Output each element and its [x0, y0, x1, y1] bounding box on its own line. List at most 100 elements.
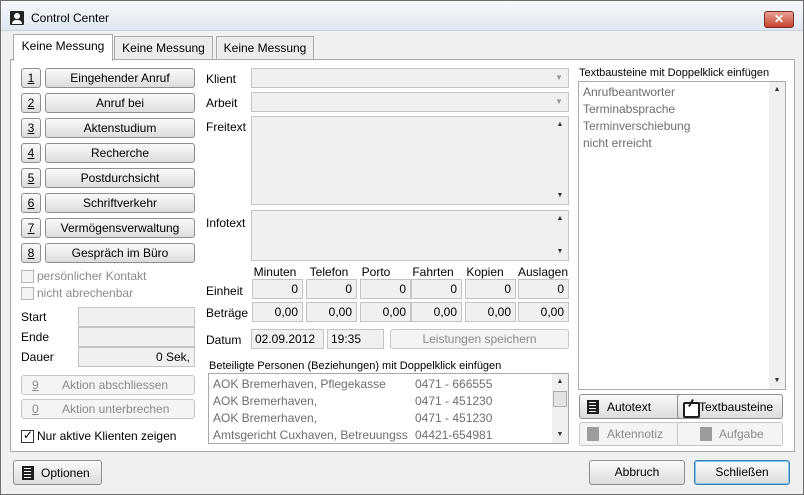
close-dialog-button[interactable]: Schließen	[694, 460, 790, 485]
action-5-shortcut-button[interactable]: 5	[21, 168, 41, 188]
textbausteine-button[interactable]: Textbausteine	[677, 394, 783, 419]
close-button[interactable]: ✕	[764, 11, 794, 28]
nonbillable-checkbox[interactable]	[21, 287, 34, 300]
scroll-up-icon[interactable]: ▲	[552, 375, 568, 389]
action-8-button[interactable]: Gespräch im Büro	[45, 243, 195, 263]
autotext-button[interactable]: Autotext	[579, 394, 682, 419]
textblocks-list[interactable]: Anrufbeantworter Terminabsprache Terminv…	[578, 81, 786, 390]
options-button[interactable]: Optionen	[13, 460, 102, 485]
persons-scrollbar[interactable]: ▲ ▼	[552, 374, 568, 443]
client-combo[interactable]: ▼	[251, 68, 569, 88]
person-name[interactable]: AOK Bremerhaven,	[213, 394, 317, 408]
duration-field: 0 Sek,	[78, 347, 195, 367]
action-2-button[interactable]: Anruf bei	[45, 93, 195, 113]
title-bar: Control Center ✕	[1, 1, 803, 31]
amount-copies-field[interactable]: 0,00	[465, 302, 516, 322]
options-label: Optionen	[41, 466, 90, 480]
end-label: Ende	[21, 330, 50, 344]
freetext-scrollbar[interactable]: ▲ ▼	[552, 117, 568, 204]
scroll-thumb[interactable]	[553, 391, 567, 407]
amount-trips-field[interactable]: 0,00	[411, 302, 462, 322]
start-field	[78, 307, 195, 327]
finish-action-button[interactable]: 9 Aktion abschliessen	[21, 375, 195, 395]
action-6-button[interactable]: Schriftverkehr	[45, 193, 195, 213]
pause-action-button[interactable]: 0 Aktion unterbrechen	[21, 399, 195, 419]
person-phone[interactable]: 0471 - 451230	[415, 411, 492, 425]
persons-list[interactable]: AOK Bremerhaven, Pflegekasse 0471 - 6665…	[208, 373, 569, 444]
scroll-up-icon[interactable]: ▲	[552, 212, 568, 226]
action-8-shortcut-button[interactable]: 8	[21, 243, 41, 263]
action-2-shortcut-button[interactable]: 2	[21, 93, 41, 113]
action-3-button[interactable]: Aktenstudium	[45, 118, 195, 138]
amount-expenses-field[interactable]: 0,00	[518, 302, 569, 322]
aufgabe-label: Aufgabe	[719, 427, 764, 441]
action-1-button[interactable]: Eingehender Anruf	[45, 68, 195, 88]
scroll-up-icon[interactable]: ▲	[769, 83, 785, 97]
date-field[interactable]: 02.09.2012	[251, 329, 324, 349]
unit-postage-field[interactable]: 0	[360, 279, 411, 299]
aufgabe-button[interactable]: Aufgabe	[677, 422, 783, 446]
textblocks-scrollbar[interactable]: ▲ ▼	[769, 82, 785, 389]
cancel-button[interactable]: Abbruch	[589, 460, 685, 485]
user-icon	[10, 11, 24, 25]
freetext-label: Freitext	[206, 120, 247, 134]
work-label: Arbeit	[206, 96, 238, 110]
unit-expenses-field[interactable]: 0	[518, 279, 569, 299]
unit-phone-field[interactable]: 0	[306, 279, 357, 299]
save-services-button[interactable]: Leistungen speichern	[390, 329, 569, 349]
person-phone[interactable]: 0471 - 666555	[415, 377, 492, 391]
window-title: Control Center	[31, 11, 110, 25]
action-3-shortcut-button[interactable]: 3	[21, 118, 41, 138]
textblock-item[interactable]: Terminabsprache	[583, 102, 675, 116]
action-6-shortcut-button[interactable]: 6	[21, 193, 41, 213]
personal-contact-label: persönlicher Kontakt	[37, 269, 147, 283]
chevron-down-icon[interactable]: ▼	[551, 94, 567, 109]
aktennotiz-button[interactable]: Aktennotiz	[579, 422, 682, 446]
nonbillable-label: nicht abrechenbar	[37, 286, 134, 300]
person-name[interactable]: AOK Bremerhaven,	[213, 411, 317, 425]
scroll-down-icon[interactable]: ▼	[552, 428, 568, 442]
unit-copies-field[interactable]: 0	[465, 279, 516, 299]
action-7-shortcut-button[interactable]: 7	[21, 218, 41, 238]
person-name[interactable]: Amtsgericht Cuxhaven, Betreuungss	[213, 428, 413, 442]
unit-trips-field[interactable]: 0	[411, 279, 462, 299]
tab-2[interactable]: Keine Messung	[114, 36, 213, 60]
infotext-label: Infotext	[206, 216, 246, 230]
time-field[interactable]: 19:35	[327, 329, 384, 349]
tab-3[interactable]: Keine Messung	[216, 36, 314, 60]
action-4-shortcut-button[interactable]: 4	[21, 143, 41, 163]
active-clients-checkbox[interactable]	[21, 428, 34, 443]
amount-postage-field[interactable]: 0,00	[360, 302, 411, 322]
textblock-item[interactable]: Terminverschiebung	[583, 119, 690, 133]
infotext-scrollbar[interactable]: ▲ ▼	[552, 211, 568, 260]
scroll-down-icon[interactable]: ▼	[552, 189, 568, 203]
scroll-up-icon[interactable]: ▲	[552, 118, 568, 132]
personal-contact-checkbox[interactable]	[21, 270, 34, 283]
freetext-area[interactable]: ▲ ▼	[251, 116, 569, 205]
person-phone[interactable]: 0471 - 451230	[415, 394, 492, 408]
person-phone[interactable]: 04421-654981	[415, 428, 492, 442]
unit-label: Einheit	[206, 284, 243, 298]
action-7-button[interactable]: Vermögensverwaltung	[45, 218, 195, 238]
chevron-down-icon[interactable]: ▼	[551, 70, 567, 85]
action-1-shortcut-button[interactable]: 1	[21, 68, 41, 88]
infotext-area[interactable]: ▲ ▼	[251, 210, 569, 261]
col-phone-header: Telefon	[309, 265, 349, 279]
person-name[interactable]: AOK Bremerhaven, Pflegekasse	[213, 377, 386, 391]
work-combo[interactable]: ▼	[251, 92, 569, 112]
clipboard-icon	[585, 426, 601, 442]
col-expenses-header: Auslagen	[517, 265, 569, 279]
action-4-button[interactable]: Recherche	[45, 143, 195, 163]
textblock-item[interactable]: nicht erreicht	[583, 136, 652, 150]
amount-phone-field[interactable]: 0,00	[306, 302, 357, 322]
aktennotiz-label: Aktennotiz	[607, 427, 664, 441]
unit-minutes-field[interactable]: 0	[252, 279, 303, 299]
col-copies-header: Kopien	[466, 265, 504, 279]
scroll-down-icon[interactable]: ▼	[552, 245, 568, 259]
scroll-down-icon[interactable]: ▼	[769, 374, 785, 388]
tab-1[interactable]: Keine Messung	[13, 34, 113, 61]
amount-minutes-field[interactable]: 0,00	[252, 302, 303, 322]
action-5-button[interactable]: Postdurchsicht	[45, 168, 195, 188]
finish-action-label: Aktion abschliessen	[62, 378, 169, 392]
textblock-item[interactable]: Anrufbeantworter	[583, 85, 675, 99]
